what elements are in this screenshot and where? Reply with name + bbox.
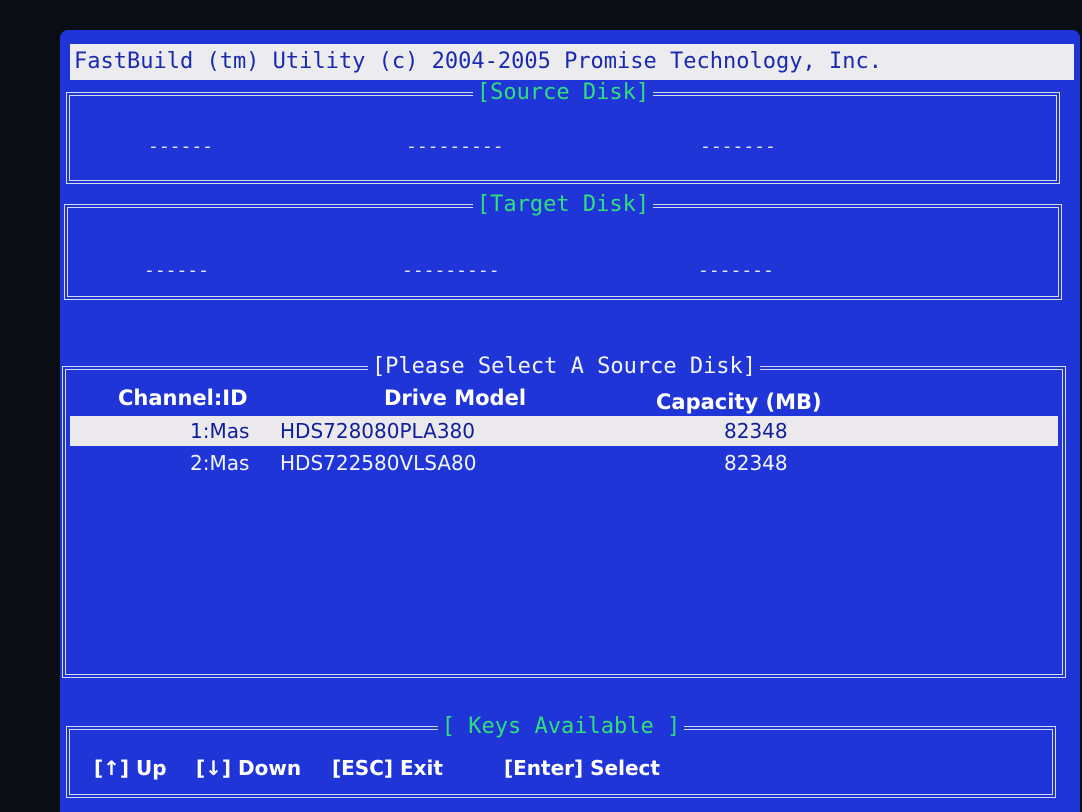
select-source-disk-title: [Please Select A Source Disk]	[66, 352, 1062, 382]
key-legend: [↑] Up [↓] Down [ESC] Exit [Enter] Selec…	[74, 748, 1064, 794]
select-source-disk-panel: [Please Select A Source Disk] Channel:ID…	[62, 354, 1066, 678]
disk-row-channel: 1:Mas	[190, 419, 250, 443]
column-header-capacity: Capacity (MB)	[656, 390, 822, 414]
disk-row-2[interactable]: 2:Mas HDS722580VLSA80 82348	[70, 448, 1058, 478]
target-disk-title: [Target Disk]	[68, 190, 1058, 220]
target-disk-model: ---------	[402, 260, 500, 281]
keys-available-title: [ Keys Available ]	[70, 712, 1052, 742]
disk-row-capacity: 82348	[724, 419, 788, 443]
column-header-drive-model: Drive Model	[384, 386, 527, 410]
target-disk-panel: [Target Disk] ------ --------- -------	[64, 192, 1062, 300]
source-disk-panel: [Source Disk] ------ --------- -------	[66, 80, 1060, 184]
target-disk-channel: ------	[144, 260, 210, 281]
target-disk-capacity: -------	[698, 260, 774, 281]
key-exit-hint: [ESC] Exit	[332, 756, 443, 780]
disk-row-model: HDS728080PLA380	[280, 419, 475, 443]
disk-row-1[interactable]: 1:Mas HDS728080PLA380 82348	[70, 416, 1058, 446]
disk-row-capacity: 82348	[724, 451, 788, 475]
disk-row-channel: 2:Mas	[190, 451, 250, 475]
source-disk-model: ---------	[406, 136, 504, 157]
source-disk-capacity: -------	[700, 136, 776, 157]
source-disk-channel: ------	[148, 136, 214, 157]
key-select-hint: [Enter] Select	[504, 756, 660, 780]
app-title-bar: FastBuild (tm) Utility (c) 2004-2005 Pro…	[70, 44, 1074, 80]
key-up-hint: [↑] Up	[94, 756, 167, 780]
disk-row-model: HDS722580VLSA80	[280, 451, 477, 475]
column-header-channel: Channel:ID	[118, 386, 248, 410]
source-disk-title: [Source Disk]	[70, 78, 1056, 108]
key-down-hint: [↓] Down	[196, 756, 302, 780]
